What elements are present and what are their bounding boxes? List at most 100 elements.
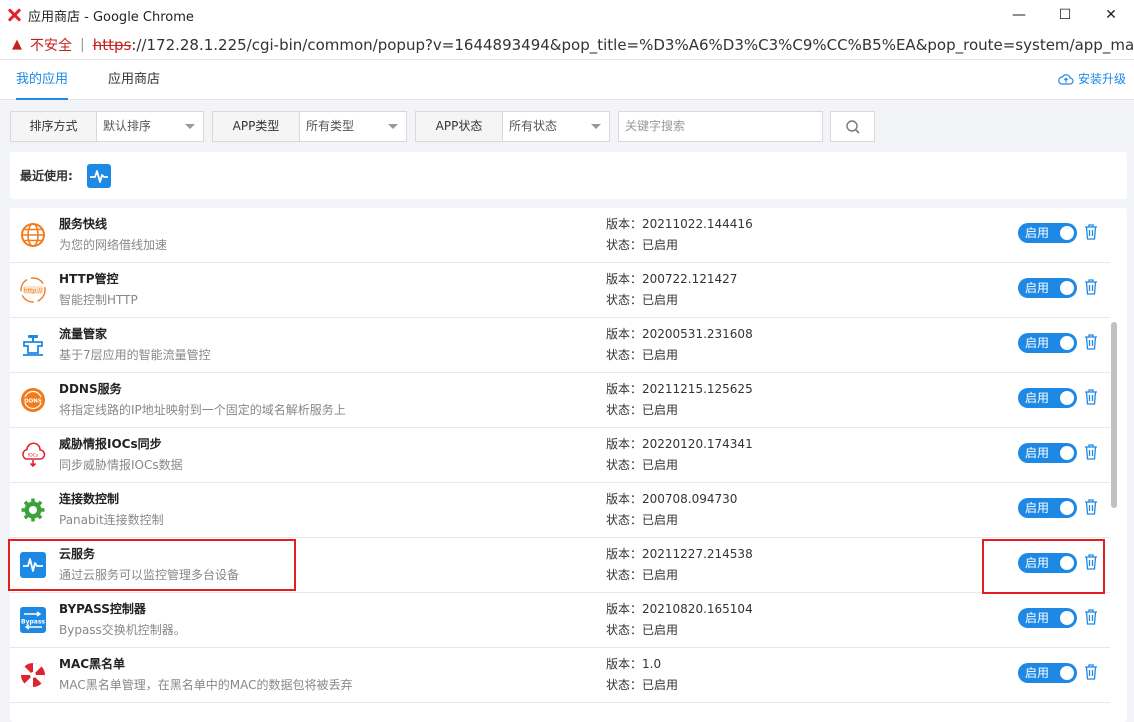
enable-toggle[interactable]: 启用 [1018,223,1077,243]
list-item: 服务快线 为您的网络借线加速 版本：20211022.144416 状态：已启用… [10,208,1110,263]
enable-toggle[interactable]: 启用 [1018,388,1077,408]
status-select[interactable]: APP状态 所有状态 [415,111,610,142]
tab-bar: 我的应用 应用商店 [0,62,1134,100]
list-item: DDNS DDNS服务 将指定线路的IP地址映射到一个固定的域名解析服务上 版本… [10,373,1110,428]
enable-toggle[interactable]: 启用 [1018,333,1077,353]
app-desc: Panabit连接数控制 [59,513,164,527]
maximize-button[interactable]: ☐ [1042,0,1088,30]
enable-toggle[interactable]: 启用 [1018,663,1077,683]
tab-app-store[interactable]: 应用商店 [108,62,160,100]
app-status: 状态：已启用 [606,403,679,417]
app-list: 服务快线 为您的网络借线加速 版本：20211022.144416 状态：已启用… [10,208,1127,722]
address-bar[interactable]: ▲ 不安全 | https ://172.28.1.225/cgi-bin/co… [0,30,1134,60]
app-version: 版本：200708.094730 [606,492,738,506]
enable-toggle[interactable]: 启用 [1018,498,1077,518]
window-titlebar: 应用商店 - Google Chrome — ☐ ✕ [0,0,1134,30]
app-desc: MAC黑名单管理，在黑名单中的MAC的数据包将被丢弃 [59,678,353,692]
app-status: 状态：已启用 [606,293,679,307]
app-name: 威胁情报IOCs同步 [59,437,162,451]
app-desc: 将指定线路的IP地址映射到一个固定的域名解析服务上 [59,403,346,417]
app-name: 连接数控制 [59,492,120,506]
app-desc: 智能控制HTTP [59,293,138,307]
list-item: IOCs 威胁情报IOCs同步 同步威胁情报IOCs数据 版本：20220120… [10,428,1110,483]
recent-used-bar: 最近使用: [10,152,1127,199]
enable-toggle[interactable]: 启用 [1018,608,1077,628]
app-status: 状态：已启用 [606,623,679,637]
status-value: 所有状态 [503,112,609,141]
tab-my-apps[interactable]: 我的应用 [16,62,69,100]
sort-value: 默认排序 [97,112,203,141]
svg-text:IOCs: IOCs [28,453,39,459]
trash-icon[interactable] [1083,663,1099,681]
type-label: APP类型 [213,112,300,141]
trash-icon[interactable] [1083,223,1099,241]
window-title: 应用商店 - Google Chrome [28,9,194,25]
ddns-icon: DDNS [21,388,45,412]
list-item: MAC黑名单 MAC黑名单管理，在黑名单中的MAC的数据包将被丢弃 版本：1.0… [10,648,1110,703]
list-item: 流量管家 基于7层应用的智能流量管控 版本：20200531.231608 状态… [10,318,1110,373]
type-select[interactable]: APP类型 所有类型 [212,111,407,142]
faucet-icon [23,335,43,356]
bypass-icon: Bypass [20,607,46,633]
status-label: APP状态 [416,112,503,141]
highlight-box-app-info [8,539,296,591]
http-icon: http:// [20,277,46,303]
svg-text:Bypass: Bypass [21,619,45,626]
insecure-label: 不安全 [30,37,72,54]
enable-toggle[interactable]: 启用 [1018,278,1077,298]
app-status: 状态：已启用 [606,348,679,362]
recent-label: 最近使用: [20,169,73,183]
install-upgrade-label: 安装升级 [1077,72,1126,86]
chevron-down-icon [591,124,601,129]
app-status: 状态：已启用 [606,458,679,472]
mac-block-icon [20,662,46,688]
svg-text:http://: http:// [24,288,43,295]
globe-icon [21,223,45,247]
app-name: DDNS服务 [59,382,122,396]
cloud-sync-icon: IOCs [22,442,46,468]
minimize-button[interactable]: — [996,0,1042,30]
url-text: ://172.28.1.225/cgi-bin/common/popup?v=1… [131,35,1134,54]
app-name: 流量管家 [59,327,108,341]
search-button[interactable] [830,111,875,142]
cloud-upload-icon [1058,73,1074,85]
close-button[interactable]: ✕ [1088,0,1134,30]
app-version: 版本：20200531.231608 [606,327,753,341]
search-input[interactable]: 关键字搜索 [618,111,823,142]
app-desc: 同步威胁情报IOCs数据 [59,458,183,472]
svg-text:DDNS: DDNS [24,398,42,404]
list-item: Bypass BYPASS控制器 Bypass交换机控制器。 版本：202108… [10,593,1110,648]
chevron-down-icon [388,124,398,129]
chevron-down-icon [185,124,195,129]
trash-icon[interactable] [1083,278,1099,296]
app-version: 版本：20210820.165104 [606,602,753,616]
list-scrollbar[interactable] [1111,322,1117,508]
app-version: 版本：20211022.144416 [606,217,753,231]
warning-icon: ▲ [12,37,22,52]
trash-icon[interactable] [1083,333,1099,351]
trash-icon[interactable] [1083,443,1099,461]
app-name: HTTP管控 [59,272,119,286]
highlight-box-app-actions [982,539,1105,594]
trash-icon[interactable] [1083,388,1099,406]
gear-icon [21,498,45,522]
trash-icon[interactable] [1083,608,1099,626]
install-upgrade-button[interactable]: 安装升级 [1058,70,1126,87]
pulse-icon[interactable] [86,163,111,188]
window-controls: — ☐ ✕ [996,0,1134,30]
app-version: 版本：20220120.174341 [606,437,753,451]
enable-toggle[interactable]: 启用 [1018,443,1077,463]
sort-select[interactable]: 排序方式 默认排序 [10,111,204,142]
app-desc: 为您的网络借线加速 [59,238,168,252]
app-logo-icon [6,7,22,23]
app-desc: 基于7层应用的智能流量管控 [59,348,211,362]
sort-label: 排序方式 [11,112,97,141]
app-status: 状态：已启用 [606,513,679,527]
app-name: MAC黑名单 [59,657,126,671]
app-name: BYPASS控制器 [59,602,146,616]
app-name: 服务快线 [59,217,108,231]
trash-icon[interactable] [1083,498,1099,516]
filter-bar: 排序方式 默认排序 APP类型 所有类型 APP状态 所有状态 关键字搜索 [0,100,1134,152]
app-version: 版本：200722.121427 [606,272,738,286]
url-scheme: https [92,35,132,54]
